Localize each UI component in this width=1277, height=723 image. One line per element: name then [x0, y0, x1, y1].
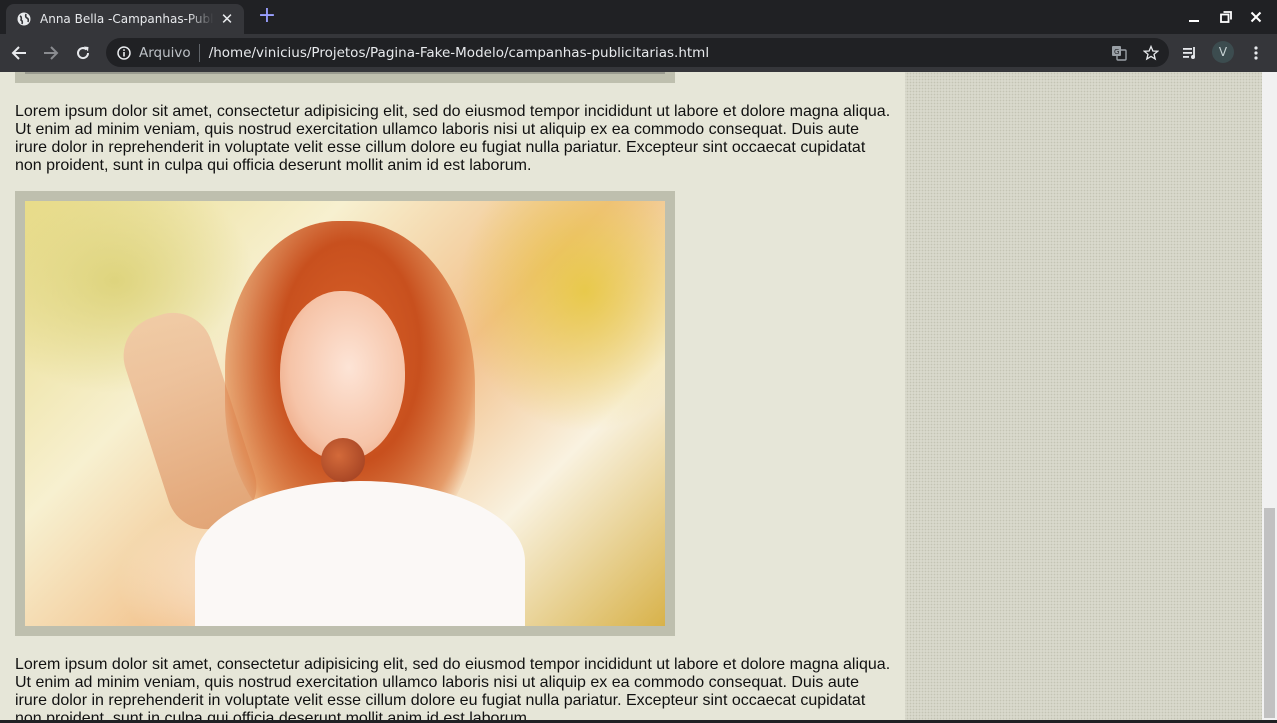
close-window-icon[interactable] — [1246, 7, 1266, 27]
new-tab-button[interactable]: + — [256, 5, 278, 28]
scheme-label: Arquivo — [139, 44, 191, 61]
campaign-image-frame — [15, 191, 675, 636]
page-viewport: Lorem ipsum dolor sit amet, consectetur … — [0, 72, 1277, 720]
toolbar: Arquivo /home/vinicius/Projetos/Pagina-F… — [0, 34, 1277, 72]
photo-face — [280, 291, 405, 461]
minimize-icon[interactable] — [1184, 7, 1204, 27]
vertical-scrollbar[interactable] — [1262, 72, 1277, 720]
address-bar[interactable]: Arquivo /home/vinicius/Projetos/Pagina-F… — [106, 38, 1169, 67]
svg-text:G: G — [1114, 48, 1119, 56]
back-arrow-icon[interactable] — [7, 41, 31, 65]
media-queue-icon[interactable] — [1178, 41, 1202, 65]
paragraph-2: Lorem ipsum dolor sit amet, consectetur … — [15, 656, 891, 720]
scrollbar-thumb[interactable] — [1264, 508, 1275, 718]
paragraph-1: Lorem ipsum dolor sit amet, consectetur … — [15, 103, 891, 174]
tab-title: Anna Bella -Campanhas-Publicitarias — [40, 12, 214, 26]
translate-icon[interactable]: G — [1110, 44, 1128, 62]
restore-icon[interactable] — [1216, 7, 1236, 27]
omnibox-separator — [198, 43, 200, 62]
campaign-photo — [25, 201, 665, 626]
info-icon[interactable] — [116, 45, 132, 61]
photo-earring — [321, 438, 365, 482]
reload-icon[interactable] — [71, 41, 95, 65]
globe-icon — [16, 11, 32, 27]
url-text[interactable]: /home/vinicius/Projetos/Pagina-Fake-Mode… — [209, 45, 709, 61]
forward-arrow-icon[interactable] — [39, 41, 63, 65]
browser-window: Anna Bella -Campanhas-Publicitarias ✕ + — [0, 0, 1277, 723]
profile-avatar[interactable]: V — [1212, 41, 1234, 63]
tab-active[interactable]: Anna Bella -Campanhas-Publicitarias ✕ — [6, 4, 244, 34]
photo-shirt — [195, 481, 525, 626]
close-tab-icon[interactable]: ✕ — [218, 10, 236, 28]
tab-strip: Anna Bella -Campanhas-Publicitarias ✕ + — [0, 0, 1277, 34]
previous-image-frame — [15, 72, 675, 83]
main-content: Lorem ipsum dolor sit amet, consectetur … — [0, 72, 905, 720]
menu-kebab-icon[interactable] — [1244, 41, 1268, 65]
bookmark-star-icon[interactable] — [1142, 44, 1160, 62]
